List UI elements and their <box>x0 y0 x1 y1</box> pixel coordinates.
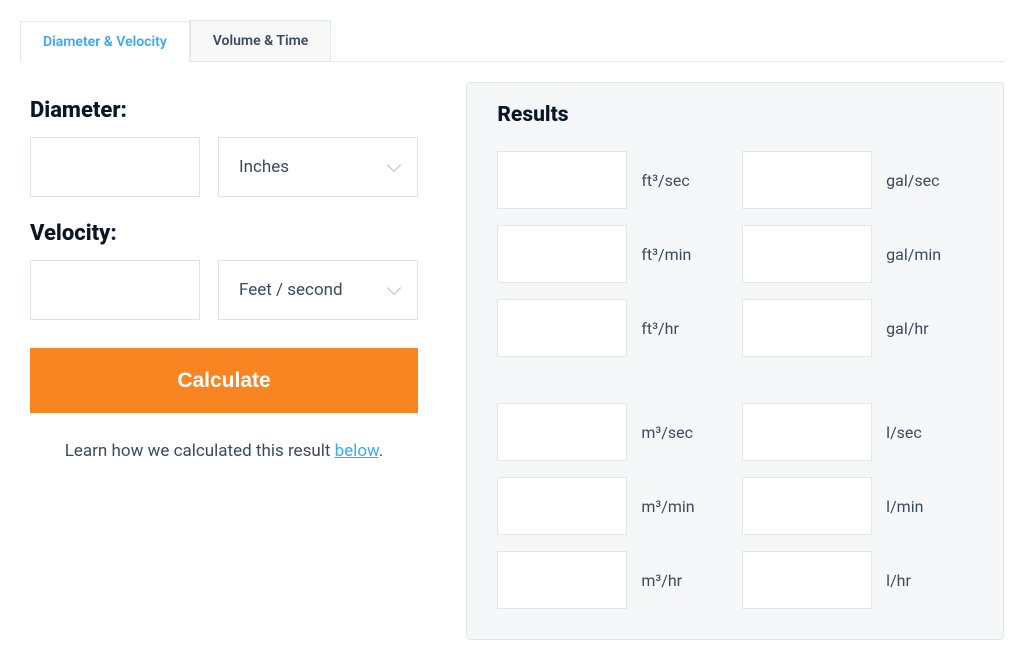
result-ft3-hr: ft³/hr <box>497 299 728 357</box>
result-value-box <box>742 551 872 609</box>
diameter-label: Diameter: <box>30 98 426 123</box>
result-value-box <box>742 151 872 209</box>
diameter-input[interactable] <box>30 137 200 197</box>
result-label: l/min <box>886 497 923 516</box>
grid-spacer <box>497 373 973 387</box>
result-value-box <box>742 299 872 357</box>
result-label: gal/sec <box>886 171 939 190</box>
learn-prefix: Learn how we calculated this result <box>65 441 335 461</box>
result-l-hr: l/hr <box>742 551 973 609</box>
result-label: ft³/hr <box>641 319 679 338</box>
result-label: gal/hr <box>886 319 928 338</box>
result-gal-sec: gal/sec <box>742 151 973 209</box>
result-m3-min: m³/min <box>497 477 728 535</box>
result-l-sec: l/sec <box>742 403 973 461</box>
diameter-unit-value: Inches <box>239 157 289 177</box>
result-label: m³/hr <box>641 571 682 590</box>
velocity-label: Velocity: <box>30 221 426 246</box>
result-value-box <box>497 225 627 283</box>
result-m3-hr: m³/hr <box>497 551 728 609</box>
result-value-box <box>497 551 627 609</box>
tab-volume-time[interactable]: Volume & Time <box>190 20 332 61</box>
result-value-box <box>497 151 627 209</box>
result-label: l/sec <box>886 423 922 442</box>
velocity-unit-select[interactable]: Feet / second <box>218 260 418 320</box>
result-gal-hr: gal/hr <box>742 299 973 357</box>
result-value-box <box>742 225 872 283</box>
result-label: l/hr <box>886 571 911 590</box>
result-label: gal/min <box>886 245 941 264</box>
result-l-min: l/min <box>742 477 973 535</box>
velocity-row: Feet / second <box>30 260 426 320</box>
learn-text: Learn how we calculated this result belo… <box>30 441 418 461</box>
result-value-box <box>742 477 872 535</box>
content-area: Diameter: Inches Velocity: Feet / second… <box>20 62 1004 640</box>
input-panel: Diameter: Inches Velocity: Feet / second… <box>20 82 436 640</box>
result-label: m³/min <box>641 497 694 516</box>
result-value-box <box>497 477 627 535</box>
result-value-box <box>742 403 872 461</box>
diameter-unit-select[interactable]: Inches <box>218 137 418 197</box>
results-title: Results <box>497 103 973 127</box>
result-value-box <box>497 403 627 461</box>
learn-link[interactable]: below <box>335 441 379 461</box>
velocity-input[interactable] <box>30 260 200 320</box>
tabs-container: Diameter & Velocity Volume & Time <box>20 20 1004 62</box>
result-label: m³/sec <box>641 423 693 442</box>
result-label: ft³/min <box>641 245 691 264</box>
result-gal-min: gal/min <box>742 225 973 283</box>
diameter-row: Inches <box>30 137 426 197</box>
learn-suffix: . <box>379 441 383 461</box>
results-grid: ft³/sec gal/sec ft³/min gal/min ft³/hr g… <box>497 151 973 609</box>
tab-diameter-velocity[interactable]: Diameter & Velocity <box>20 21 190 62</box>
result-ft3-sec: ft³/sec <box>497 151 728 209</box>
result-ft3-min: ft³/min <box>497 225 728 283</box>
results-panel: Results ft³/sec gal/sec ft³/min gal/min … <box>466 82 1004 640</box>
velocity-unit-value: Feet / second <box>239 280 343 300</box>
result-label: ft³/sec <box>641 171 689 190</box>
calculate-button[interactable]: Calculate <box>30 348 418 413</box>
result-value-box <box>497 299 627 357</box>
result-m3-sec: m³/sec <box>497 403 728 461</box>
